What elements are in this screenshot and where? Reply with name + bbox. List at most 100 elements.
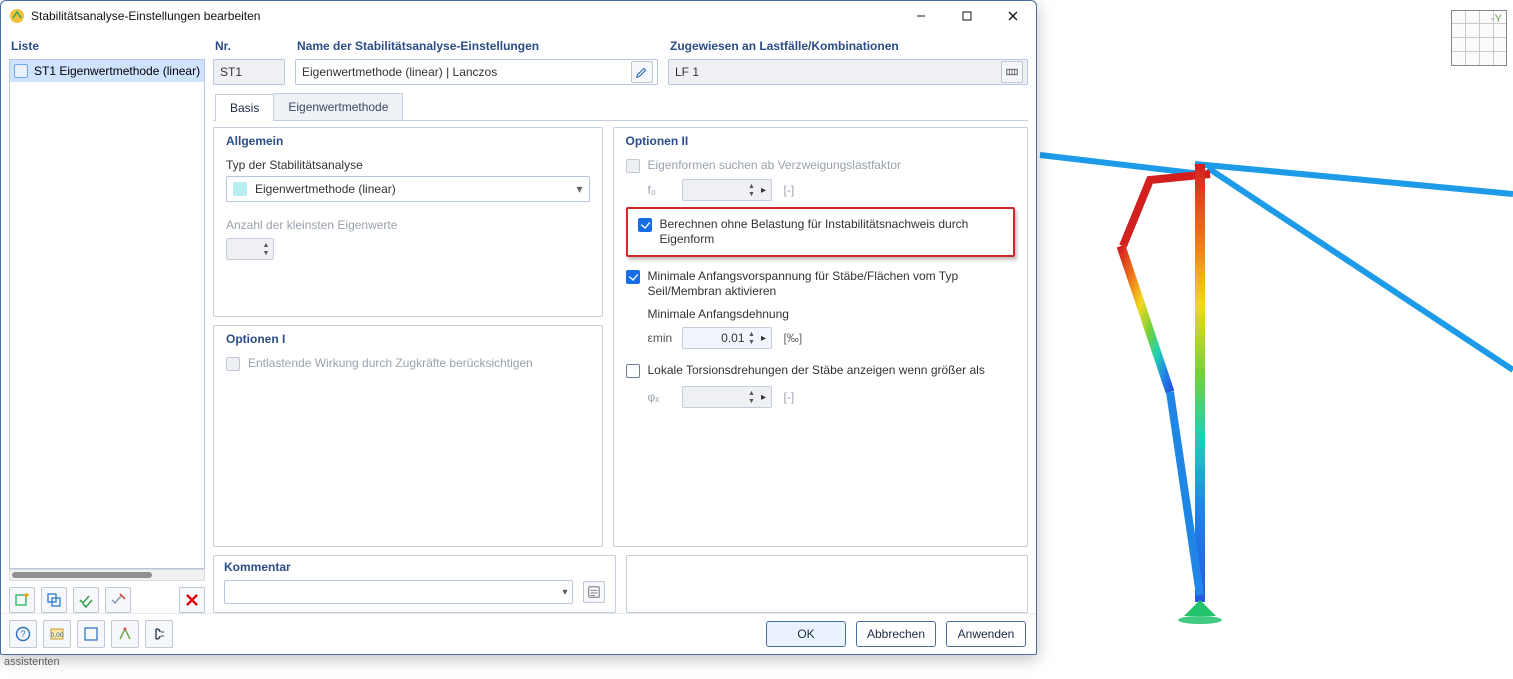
script-button[interactable]: [145, 620, 173, 648]
step-icon: ▸: [759, 387, 769, 407]
uncheck-all-button[interactable]: [105, 587, 131, 613]
step-icon[interactable]: ▸: [759, 328, 769, 348]
spin-up-icon[interactable]: ▲: [747, 330, 757, 338]
cancel-button[interactable]: Abbrechen: [856, 621, 936, 647]
phix-spinner: ▲▼ ▸: [682, 386, 772, 408]
assigned-input[interactable]: [673, 64, 993, 80]
list-header: Liste: [9, 31, 205, 59]
app-icon: [9, 8, 25, 24]
settings-list[interactable]: ST1 Eigenwertmethode (linear) | Lancz: [9, 59, 205, 569]
optionen-2-header: Optionen II: [626, 134, 1016, 148]
phix-unit: [-]: [784, 390, 795, 404]
highlight-box: Berechnen ohne Belastung für Instabilitä…: [626, 207, 1016, 257]
spin-up-icon: ▲: [747, 389, 757, 397]
analysis-type-select[interactable]: Eigenwertmethode (linear) ▾: [226, 176, 590, 202]
title-bar[interactable]: Stabilitätsanalyse-Einstellungen bearbei…: [1, 1, 1036, 31]
app-background: -Y assistenten Stabilitätsanalyse-Einste…: [0, 0, 1513, 679]
f0-unit: [-]: [784, 183, 795, 197]
help-button[interactable]: ?: [9, 620, 37, 648]
copy-item-button[interactable]: [41, 587, 67, 613]
smallest-eigen-spinner[interactable]: ▲▼: [226, 238, 274, 260]
tab-basis[interactable]: Basis: [215, 94, 274, 121]
list-horizontal-scrollbar[interactable]: [9, 569, 205, 581]
list-panel: Liste ST1 Eigenwertmethode (linear) | La…: [9, 31, 205, 613]
opt2-search-eigenforms-checkbox: [626, 159, 640, 173]
view-cube-label: -Y: [1491, 13, 1502, 25]
background-label-1: assistenten: [4, 656, 60, 668]
name-field[interactable]: [295, 59, 658, 85]
spin-up-icon: ▲: [747, 182, 757, 190]
model-sync-button[interactable]: [111, 620, 139, 648]
head-row: Nr. Name der Stabilitätsanalyse-Einstell…: [213, 31, 1028, 85]
smallest-eigen-label: Anzahl der kleinsten Eigenwerte: [226, 218, 590, 232]
f0-spinner: ▲▼ ▸: [682, 179, 772, 201]
kommentar-header: Kommentar: [224, 560, 605, 574]
spin-down-icon[interactable]: ▼: [747, 338, 757, 346]
list-item[interactable]: ST1 Eigenwertmethode (linear) | Lancz: [10, 60, 204, 82]
epsmin-spinner[interactable]: 0.01 ▲▼ ▸: [682, 327, 772, 349]
nr-label: Nr.: [213, 31, 285, 59]
optionen-1-header: Optionen I: [226, 332, 590, 346]
svg-text:0,00: 0,00: [51, 632, 64, 639]
name-label: Name der Stabilitätsanalyse-Einstellunge…: [295, 31, 658, 59]
dialog-bottom-bar: ? 0,00 OK Abbrechen Anwenden: [1, 613, 1036, 654]
name-input[interactable]: [300, 64, 623, 80]
view-button[interactable]: [77, 620, 105, 648]
step-icon: ▸: [759, 180, 769, 200]
chevron-down-icon: ▾: [562, 587, 567, 598]
f0-var: f₀: [648, 183, 676, 197]
epsmin-var: εmin: [648, 331, 676, 345]
type-label: Typ der Stabilitätsanalyse: [226, 158, 590, 172]
epsmin-unit: [‰]: [784, 331, 803, 345]
units-button[interactable]: 0,00: [43, 620, 71, 648]
list-item-swatch-icon: [14, 64, 28, 78]
optionen-1-panel: Optionen I Entlastende Wirkung durch Zug…: [213, 325, 603, 547]
nr-field[interactable]: [213, 59, 285, 85]
opt2-search-eigenforms-label: Eigenformen suchen ab Verzweigungslastfa…: [648, 158, 901, 173]
optionen-2-panel: Optionen II Eigenformen suchen ab Verzwe…: [613, 127, 1029, 547]
opt1-relieving-label: Entlastende Wirkung durch Zugkräfte berü…: [248, 356, 533, 371]
spin-down-icon[interactable]: ▼: [261, 249, 271, 257]
kommentar-right-placeholder: [626, 555, 1029, 613]
scrollbar-thumb[interactable]: [12, 572, 152, 578]
svg-text:?: ?: [20, 629, 25, 639]
analysis-type-value: Eigenwertmethode (linear): [255, 182, 396, 196]
list-toolbar: [9, 581, 205, 613]
opt1-relieving-checkbox[interactable]: [226, 357, 240, 371]
window-title: Stabilitätsanalyse-Einstellungen bearbei…: [31, 9, 260, 23]
opt2-local-torsion-label: Lokale Torsionsdrehungen der Stäbe anzei…: [648, 363, 985, 378]
type-swatch-icon: [233, 182, 247, 196]
check-all-button[interactable]: [73, 587, 99, 613]
kommentar-panel: Kommentar ▾: [213, 555, 616, 613]
minimize-button[interactable]: [898, 1, 944, 31]
kommentar-combo[interactable]: ▾: [224, 580, 573, 604]
spin-up-icon[interactable]: ▲: [261, 241, 271, 249]
assigned-field[interactable]: [668, 59, 1028, 85]
assigned-picker-button[interactable]: [1001, 61, 1023, 83]
opt2-min-prestress-label: Minimale Anfangsvorspannung für Stäbe/Fl…: [648, 269, 1016, 299]
rename-button[interactable]: [631, 61, 653, 83]
epsmin-value: 0.01: [721, 331, 744, 345]
maximize-button[interactable]: [944, 1, 990, 31]
new-item-button[interactable]: [9, 587, 35, 613]
ok-button[interactable]: OK: [766, 621, 846, 647]
opt2-calc-without-load-checkbox[interactable]: [638, 218, 652, 232]
chevron-down-icon: ▾: [576, 182, 582, 196]
allgemein-panel: Allgemein Typ der Stabilitätsanalyse Eig…: [213, 127, 603, 317]
apply-button[interactable]: Anwenden: [946, 621, 1026, 647]
spin-down-icon: ▼: [747, 397, 757, 405]
min-strain-label: Minimale Anfangsdehnung: [648, 307, 1016, 321]
tab-strip: Basis Eigenwertmethode: [213, 91, 1028, 121]
close-button[interactable]: [990, 1, 1036, 31]
opt2-min-prestress-checkbox[interactable]: [626, 270, 640, 284]
opt2-local-torsion-checkbox[interactable]: [626, 364, 640, 378]
spin-down-icon: ▼: [747, 190, 757, 198]
view-cube[interactable]: -Y: [1451, 10, 1507, 66]
kommentar-edit-button[interactable]: [583, 581, 605, 603]
assigned-label: Zugewiesen an Lastfälle/Kombinationen: [668, 31, 1028, 59]
tab-eigenwertmethode[interactable]: Eigenwertmethode: [273, 93, 403, 120]
phix-var: φₓ: [648, 390, 676, 404]
detail-panel: Nr. Name der Stabilitätsanalyse-Einstell…: [213, 31, 1028, 613]
opt2-calc-without-load-label: Berechnen ohne Belastung für Instabilitä…: [660, 217, 1004, 247]
delete-item-button[interactable]: [179, 587, 205, 613]
